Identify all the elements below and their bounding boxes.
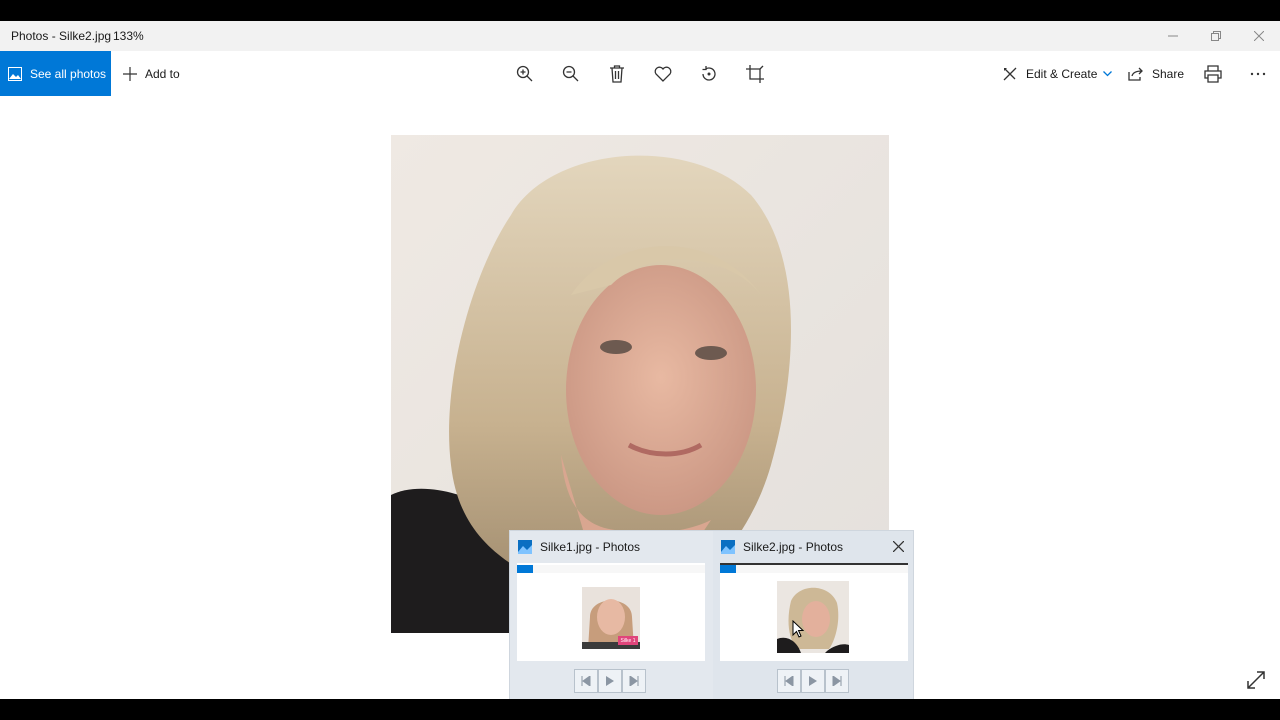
skip-back-icon (784, 676, 794, 686)
zoom-out-icon (562, 65, 579, 82)
delete-icon (610, 65, 624, 83)
preview-header: Silke1.jpg - Photos (518, 540, 640, 554)
see-all-photos-label: See all photos (30, 66, 107, 81)
more-icon (1250, 72, 1266, 76)
preview-thumbnail: Silke 1 (517, 563, 705, 661)
heart-icon (654, 66, 672, 82)
restore-button[interactable] (1194, 21, 1237, 51)
play-icon (809, 676, 817, 686)
preview-title: Silke2.jpg - Photos (743, 540, 844, 554)
zoom-out-button[interactable] (560, 63, 582, 85)
more-options-button[interactable] (1247, 63, 1269, 85)
add-to-label: Add to (145, 66, 180, 81)
toolbar: See all photos Add to Edit & Create Shar… (0, 51, 1280, 96)
edit-create-label: Edit & Create (1026, 66, 1098, 81)
add-to-button[interactable]: Add to (123, 51, 180, 96)
favorite-button[interactable] (652, 63, 674, 85)
close-icon (1253, 31, 1264, 41)
title-bar: Photos - Silke2.jpg 133% (0, 21, 1280, 51)
rotate-button[interactable] (698, 63, 720, 85)
photos-app-icon (518, 540, 532, 554)
delete-button[interactable] (606, 63, 628, 85)
chevron-down-icon (1103, 70, 1113, 76)
previous-button[interactable] (574, 669, 598, 693)
restore-icon (1210, 31, 1221, 41)
preview-header: Silke2.jpg - Photos (721, 540, 843, 554)
zoom-level: 133% (113, 29, 144, 43)
preview-close-button[interactable] (889, 537, 907, 555)
share-button[interactable]: Share (1128, 51, 1184, 96)
rotate-icon (702, 66, 716, 81)
photos-icon (8, 66, 22, 81)
edit-create-button[interactable]: Edit & Create (1002, 51, 1113, 96)
skip-back-icon (581, 676, 591, 686)
minimize-button[interactable] (1151, 21, 1194, 51)
taskbar-thumbnail-preview: Silke1.jpg - Photos Silke 1 Silke2.jpg -… (509, 530, 914, 699)
share-icon (1128, 67, 1143, 81)
fullscreen-button[interactable] (1246, 670, 1268, 692)
thumbnail-image (777, 581, 849, 653)
plus-icon (123, 66, 137, 81)
preview-controls (574, 669, 646, 693)
play-button[interactable] (801, 669, 825, 693)
window-title: Photos - Silke2.jpg (11, 29, 112, 43)
share-label: Share (1152, 66, 1185, 81)
preview-window-silke2[interactable]: Silke2.jpg - Photos (713, 531, 913, 699)
expand-icon (1247, 671, 1265, 689)
zoom-in-icon (516, 65, 533, 82)
mouse-cursor-icon (792, 620, 804, 638)
preview-title: Silke1.jpg - Photos (540, 540, 641, 554)
preview-window-silke1[interactable]: Silke1.jpg - Photos Silke 1 (510, 531, 710, 699)
skip-forward-icon (832, 676, 842, 686)
play-icon (606, 676, 614, 686)
crop-icon (746, 65, 764, 83)
photos-app-window: Photos - Silke2.jpg 133% See all photos … (0, 21, 1280, 699)
preview-thumbnail (720, 563, 908, 661)
close-icon (892, 540, 904, 552)
play-button[interactable] (598, 669, 622, 693)
skip-forward-icon (629, 676, 639, 686)
next-button[interactable] (825, 669, 849, 693)
thumbnail-image: Silke 1 (582, 587, 640, 649)
see-all-photos-button[interactable]: See all photos (0, 51, 111, 96)
crop-button[interactable] (744, 63, 766, 85)
previous-button[interactable] (777, 669, 801, 693)
edit-create-icon (1003, 67, 1017, 80)
close-button[interactable] (1237, 21, 1280, 51)
next-button[interactable] (622, 669, 646, 693)
print-icon (1204, 65, 1222, 83)
photos-app-icon (721, 540, 735, 554)
minimize-icon (1167, 35, 1178, 37)
zoom-in-button[interactable] (514, 63, 536, 85)
preview-controls (777, 669, 849, 693)
badge: Silke 1 (618, 636, 638, 645)
print-button[interactable] (1202, 63, 1224, 85)
